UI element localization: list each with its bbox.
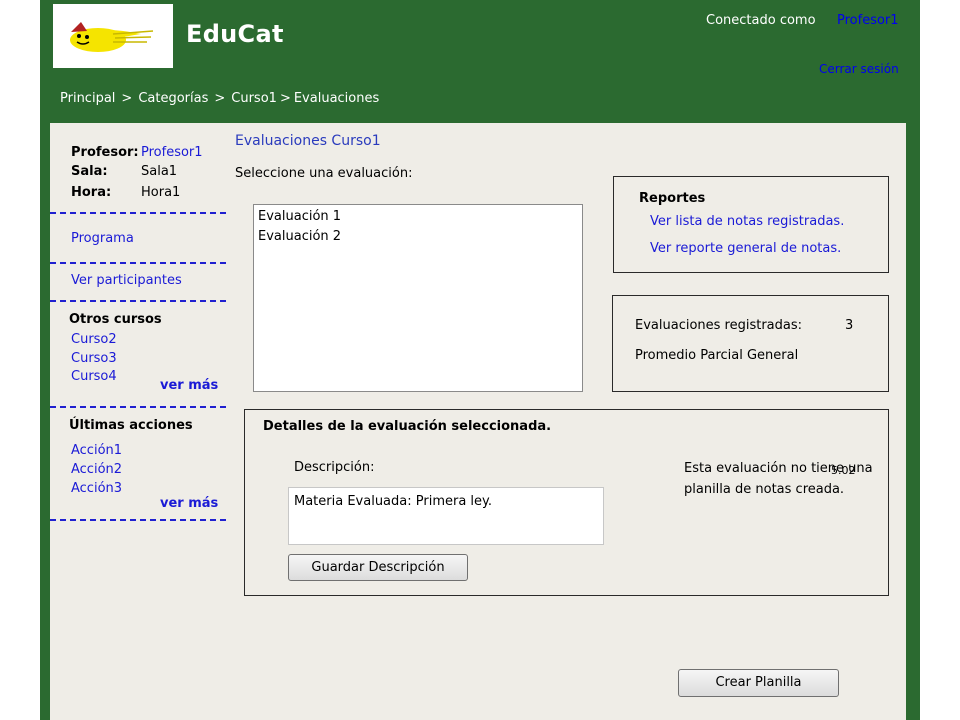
sala-row: Sala: Sala1 (71, 164, 177, 179)
breadcrumb-separator: > (214, 91, 226, 106)
divider (50, 519, 226, 521)
logo (53, 4, 173, 68)
breadcrumb-evaluaciones: Evaluaciones (293, 91, 380, 106)
grades-list-link[interactable]: Ver lista de notas registradas. (650, 214, 844, 229)
sidebar-item-accion3[interactable]: Acción3 (71, 481, 122, 496)
sidebar-item-programa[interactable]: Programa (71, 231, 134, 246)
page-title: Evaluaciones Curso1 (235, 133, 381, 149)
registered-evaluations-label: Evaluaciones registradas: (635, 318, 803, 333)
sidebar-item-participantes[interactable]: Ver participantes (71, 273, 182, 288)
list-item[interactable]: Evaluación 1 (254, 207, 582, 227)
sidebar-item-accion2[interactable]: Acción2 (71, 462, 122, 477)
hora-row: Hora: Hora1 (71, 185, 180, 200)
divider (50, 262, 226, 264)
sidebar-item-curso2[interactable]: Curso2 (71, 332, 117, 347)
list-item[interactable]: Evaluación 2 (254, 227, 582, 247)
divider (50, 300, 226, 302)
app-title: EduCat (186, 20, 284, 48)
save-description-button[interactable]: Guardar Descripción (288, 554, 468, 581)
app-window: EduCat Conectado como Profesor1 Cerrar s… (40, 0, 920, 720)
divider (50, 406, 226, 408)
registered-evaluations-value: 3 (845, 318, 854, 333)
general-report-link[interactable]: Ver reporte general de notas. (650, 241, 841, 256)
sidebar-item-curso4[interactable]: Curso4 (71, 369, 117, 384)
ver-mas-cursos-link[interactable]: ver más (160, 378, 218, 393)
profesor-row: Profesor: Profesor1 (71, 145, 203, 160)
breadcrumb-separator: > (279, 91, 291, 106)
ver-mas-acciones-link[interactable]: ver más (160, 496, 218, 511)
create-gradesheet-button[interactable]: Crear Planilla (678, 669, 839, 697)
otros-cursos-heading: Otros cursos (69, 312, 162, 327)
description-field[interactable]: Materia Evaluada: Primera ley. (288, 487, 604, 545)
ultimas-acciones-heading: Últimas acciones (69, 418, 193, 433)
details-heading: Detalles de la evaluación seleccionada. (263, 419, 552, 434)
sidebar-item-accion1[interactable]: Acción1 (71, 443, 122, 458)
hora-label: Hora: (71, 185, 112, 200)
breadcrumb-separator: > (121, 91, 133, 106)
average-value: 5.02 (831, 464, 856, 477)
reports-heading: Reportes (639, 191, 706, 206)
logout-link[interactable]: Cerrar sesión (819, 62, 899, 76)
evaluation-listbox[interactable]: Evaluación 1 Evaluación 2 (253, 204, 583, 392)
user-link[interactable]: Profesor1 (837, 13, 899, 28)
average-label: Promedio Parcial General (635, 348, 799, 363)
stats-panel: Evaluaciones registradas: 3 Promedio Par… (612, 295, 889, 392)
connected-as-label: Conectado como (706, 13, 816, 28)
divider (50, 212, 226, 214)
select-evaluation-label: Seleccione una evaluación: (235, 166, 413, 181)
breadcrumb-categorias[interactable]: Categorías (138, 91, 208, 106)
sala-value: Sala1 (141, 164, 178, 179)
description-label: Descripción: (294, 460, 375, 475)
breadcrumb: Principal > Categorías > Curso1 > Evaluaciones (60, 91, 379, 106)
cat-logo-icon (70, 22, 154, 52)
details-panel: Detalles de la evaluación seleccionada. … (244, 409, 889, 596)
profesor-label: Profesor: (71, 145, 139, 160)
reports-panel: Reportes Ver lista de notas registradas.… (613, 176, 889, 273)
sala-label: Sala: (71, 164, 108, 179)
content-panel: Profesor: Profesor1 Sala: Sala1 Hora: Hora1… (50, 123, 906, 720)
sidebar-item-curso3[interactable]: Curso3 (71, 351, 117, 366)
hora-value: Hora1 (141, 185, 181, 200)
profesor-link[interactable]: Profesor1 (141, 145, 203, 160)
breadcrumb-curso[interactable]: Curso1 (231, 91, 277, 106)
breadcrumb-principal[interactable]: Principal (60, 91, 115, 106)
